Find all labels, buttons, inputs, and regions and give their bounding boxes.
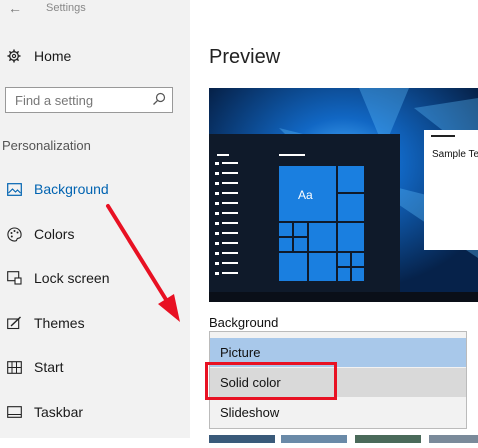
search-placeholder: Find a setting — [15, 93, 94, 108]
brush-icon — [6, 315, 22, 331]
palette-icon — [6, 226, 22, 242]
page-title: Preview — [209, 46, 281, 68]
highlight-box — [205, 362, 337, 400]
lock-screen-icon — [6, 270, 22, 286]
sample-window-text: Sample Te — [432, 149, 478, 160]
gear-icon — [6, 48, 22, 64]
back-button[interactable]: ← — [8, 0, 22, 16]
sidebar-item-home[interactable]: Home — [6, 44, 186, 68]
option-slideshow[interactable]: Slideshow — [210, 398, 466, 427]
search-icon[interactable] — [152, 92, 166, 106]
sidebar-item-label: Taskbar — [34, 404, 84, 420]
tile-label: Aa — [298, 188, 313, 202]
sidebar-item-label: Home — [34, 48, 72, 64]
sidebar-item-start[interactable]: Start — [6, 355, 186, 379]
search-input[interactable]: Find a setting — [5, 87, 173, 113]
desktop-preview-image — [209, 88, 478, 302]
taskbar-icon — [6, 404, 22, 420]
sidebar-item-label: Colors — [34, 226, 75, 242]
picture-thumbnails — [209, 430, 478, 443]
picture-icon — [6, 181, 22, 197]
sidebar-item-label: Lock screen — [34, 270, 110, 286]
section-label: Personalization — [2, 138, 91, 153]
sidebar-item-label: Start — [34, 359, 64, 375]
sidebar-item-taskbar[interactable]: Taskbar — [6, 400, 186, 424]
sidebar-item-background[interactable]: Background — [6, 177, 186, 201]
sidebar-item-label: Themes — [34, 315, 85, 331]
start-tiles-icon — [6, 359, 22, 375]
desktop-preview: Sample Te Aa — [209, 88, 478, 302]
annotation-arrow-icon — [106, 204, 180, 322]
background-label: Background — [209, 315, 279, 330]
sidebar-item-label: Background — [34, 181, 109, 197]
window-title: Settings — [46, 2, 86, 14]
